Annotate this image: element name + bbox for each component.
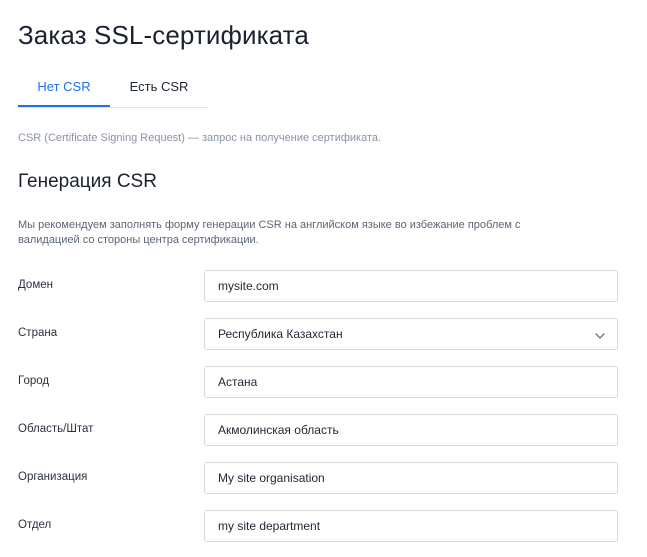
csr-description: CSR (Certificate Signing Request) — запр… xyxy=(18,132,382,144)
organization-label: Организация xyxy=(18,471,88,483)
domain-label: Домен xyxy=(18,279,53,291)
region-input[interactable]: Акмолинская область xyxy=(204,414,618,446)
form-row-department: Отдел my site department xyxy=(0,510,647,542)
domain-input[interactable]: mysite.com xyxy=(204,270,618,302)
region-value: Акмолинская область xyxy=(218,423,339,437)
department-input[interactable]: my site department xyxy=(204,510,618,542)
section-title: Генерация CSR xyxy=(18,171,157,192)
organization-value: My site organisation xyxy=(218,471,325,485)
department-label: Отдел xyxy=(18,519,52,531)
region-label: Область/Штат xyxy=(18,423,94,435)
form-row-region: Область/Штат Акмолинская область xyxy=(0,414,647,446)
department-value: my site department xyxy=(218,519,321,533)
country-select[interactable]: Республика Казахстан xyxy=(204,318,618,350)
form-row-domain: Домен mysite.com xyxy=(0,270,647,302)
tab-no-csr[interactable]: Нет CSR xyxy=(18,68,110,107)
domain-value: mysite.com xyxy=(218,279,279,293)
recommendation-text: Мы рекомендуем заполнять форму генерации… xyxy=(18,219,521,246)
country-label: Страна xyxy=(18,327,58,339)
form-row-organization: Организация My site organisation xyxy=(0,462,647,494)
city-value: Астана xyxy=(218,375,258,389)
tab-have-csr[interactable]: Есть CSR xyxy=(110,68,208,107)
city-label: Город xyxy=(18,375,50,387)
form-row-city: Город Астана xyxy=(0,366,647,398)
csr-tabs: Нет CSR Есть CSR xyxy=(18,68,208,108)
page-title: Заказ SSL-сертификата xyxy=(18,20,309,50)
city-input[interactable]: Астана xyxy=(204,366,618,398)
chevron-down-icon[interactable] xyxy=(594,329,606,341)
organization-input[interactable]: My site organisation xyxy=(204,462,618,494)
form-row-country: Страна Республика Казахстан xyxy=(0,318,647,350)
country-value: Республика Казахстан xyxy=(218,327,343,341)
